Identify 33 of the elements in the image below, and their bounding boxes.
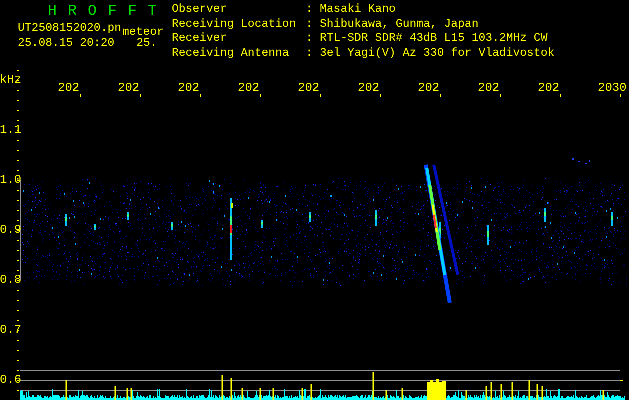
field-label: Receiving Location [172, 18, 298, 32]
field-label: Observer [172, 4, 228, 18]
axis-label: 0.6 [0, 373, 22, 387]
separator: : [306, 18, 314, 32]
time-label: 202 [538, 81, 560, 95]
field-label: Receiving Antenna [172, 48, 290, 62]
time-label: 2030 [598, 81, 627, 95]
time-label: 202 [418, 81, 440, 95]
time-label: 202 [178, 81, 200, 95]
axis-label: 0.7 [0, 323, 22, 337]
field-value: 3el Yagi(V) Az 330 for Vladivostok [320, 48, 555, 62]
field-value: Masaki Kano [320, 4, 397, 18]
count-label: 25. [136, 37, 158, 50]
field-value: RTL-SDR SDR# 43dB L15 103.2MHz CW [320, 33, 549, 47]
axis-unit: kHz [0, 73, 22, 87]
app-title: H R O F F T [47, 4, 160, 20]
file-name: UT2508152020.pn [18, 22, 122, 35]
field-value: Shibukawa, Gunma, Japan [320, 18, 480, 32]
time-label: 202 [478, 81, 500, 95]
mode-label: meteor [122, 26, 164, 39]
separator: : [306, 33, 314, 47]
separator: : [306, 4, 314, 18]
time-label: 202 [58, 81, 80, 95]
time-label: 202 [238, 81, 260, 95]
time-label: 202 [118, 81, 140, 95]
axis-label: 0.8 [0, 273, 22, 287]
timestamp: 25.08.15 20:20 [18, 37, 115, 50]
axis-label: 1.1 [0, 123, 22, 137]
time-label: 202 [298, 81, 320, 95]
separator: : [306, 48, 314, 62]
field-label: Receiver [172, 33, 228, 47]
time-label: 202 [358, 81, 380, 95]
axis-label: 1.0 [0, 173, 22, 187]
